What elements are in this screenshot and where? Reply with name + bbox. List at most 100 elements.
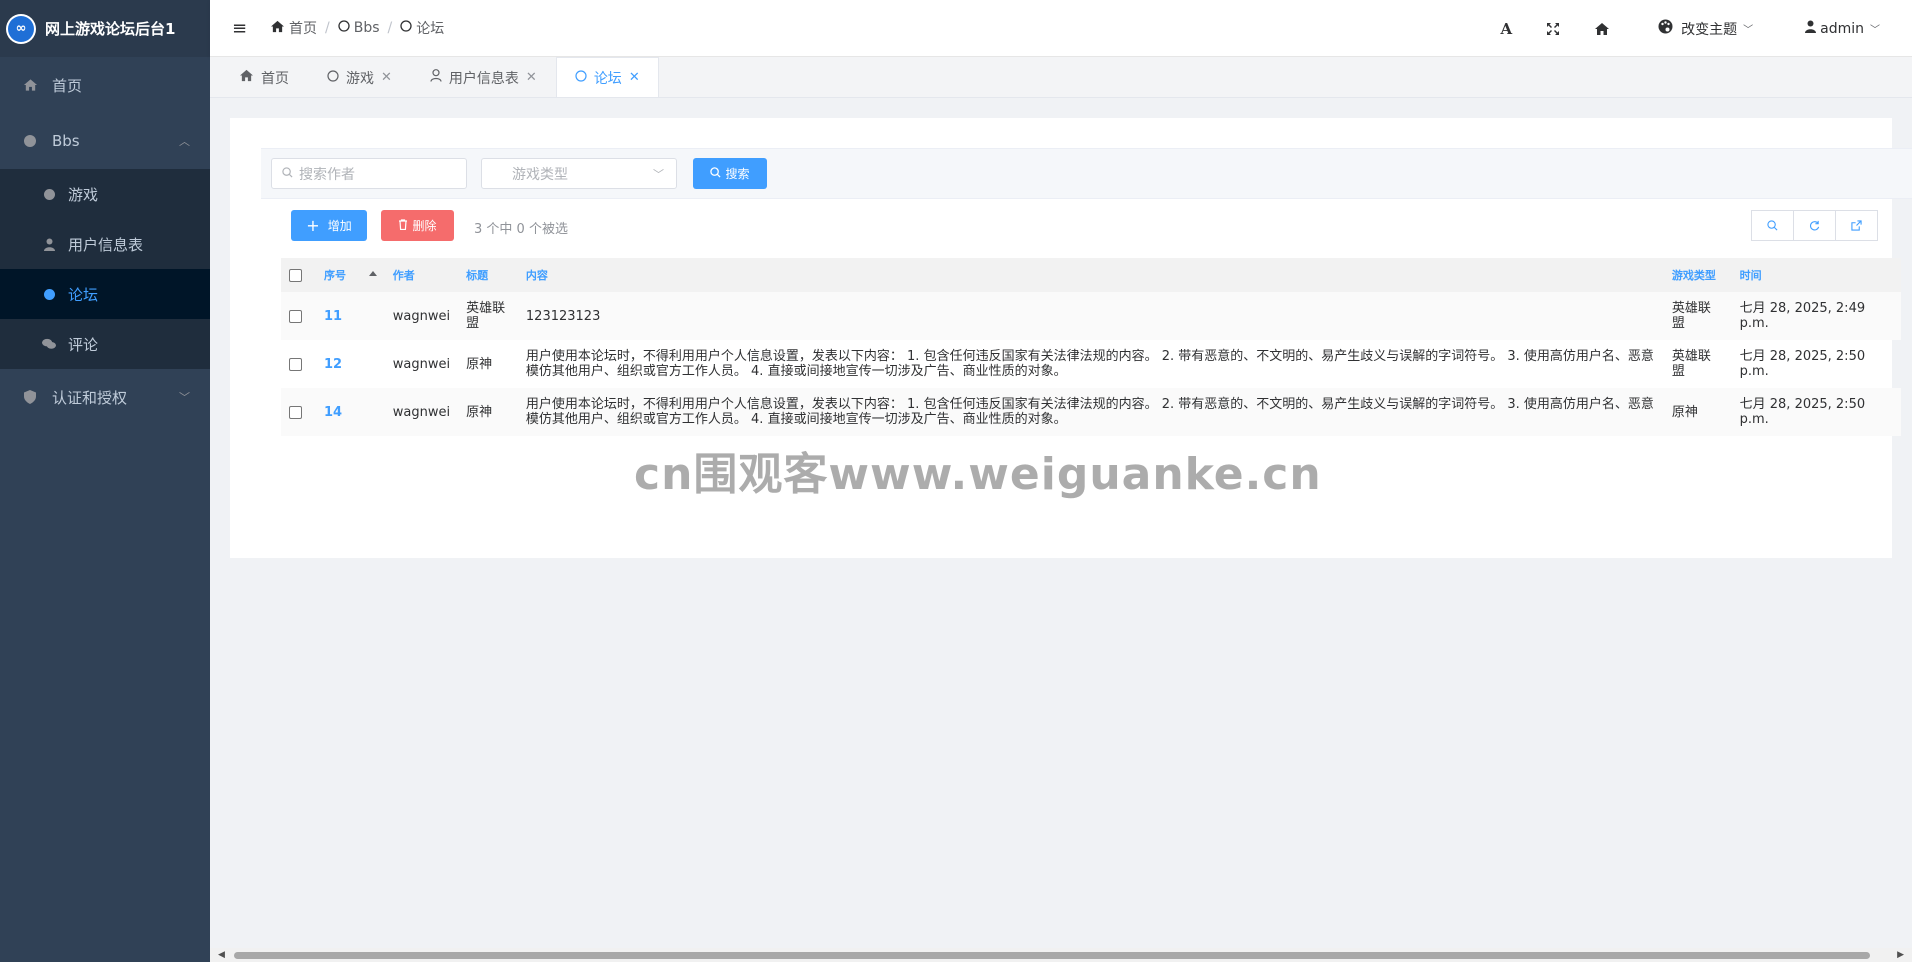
shield-icon <box>22 390 38 404</box>
sidebar-item-label: 游戏 <box>68 185 99 204</box>
scrollbar-thumb[interactable] <box>234 952 1870 959</box>
trash-icon <box>398 218 408 233</box>
row-checkbox[interactable] <box>289 309 302 323</box>
scroll-left-icon[interactable]: ◀ <box>218 950 225 960</box>
sidebar: ∞ 网上游戏论坛后台1 首页 Bbs ︿ 游戏 用户信息表 论坛 评论 认证和授… <box>0 0 210 962</box>
forum-table: 序号 作者 标题 内容 游戏类型 时间 11 wagnwei 英雄联盟 1231… <box>281 258 1901 436</box>
tab-home[interactable]: 首页 <box>220 57 308 97</box>
game-type-placeholder: 游戏类型 <box>512 166 568 183</box>
row-author: wagnwei <box>384 388 459 436</box>
chevron-down-icon: ﹀ <box>179 391 190 404</box>
fullscreen-icon[interactable] <box>1546 22 1560 36</box>
sidebar-menu: 首页 Bbs ︿ 游戏 用户信息表 论坛 评论 认证和授权 ﹀ <box>0 57 210 425</box>
game-type-select[interactable]: 游戏类型 ﹀ <box>481 158 677 189</box>
row-checkbox[interactable] <box>289 405 302 419</box>
close-icon[interactable]: ✕ <box>629 70 640 85</box>
search-button[interactable]: 搜索 <box>693 158 767 189</box>
close-icon[interactable]: ✕ <box>526 70 537 85</box>
theme-dropdown[interactable]: 改变主题 ﹀ <box>1658 19 1753 39</box>
sidebar-item-forum[interactable]: 论坛 <box>0 269 210 319</box>
column-header-id[interactable]: 序号 <box>315 258 385 292</box>
table-header-row: 序号 作者 标题 内容 游戏类型 时间 <box>281 258 1901 292</box>
sidebar-item-auth[interactable]: 认证和授权 ﹀ <box>0 369 210 425</box>
sidebar-item-bbs[interactable]: Bbs ︿ <box>0 113 210 169</box>
font-size-icon[interactable]: A <box>1500 20 1512 38</box>
toggle-search-button[interactable] <box>1751 210 1794 241</box>
select-all-checkbox[interactable] <box>289 268 302 282</box>
sidebar-item-game[interactable]: 游戏 <box>0 169 210 219</box>
infinity-logo-icon: ∞ <box>8 15 34 42</box>
breadcrumb-separator: / <box>325 20 330 36</box>
delete-button[interactable]: 删除 <box>381 210 454 241</box>
column-header-time[interactable]: 时间 <box>1731 258 1901 292</box>
header-actions: A 改变主题 ﹀ admin ﹀ <box>1500 0 1912 57</box>
sidebar-item-label: 认证和授权 <box>52 388 128 407</box>
user-outline-icon <box>430 69 442 86</box>
search-author-input[interactable]: 搜索作者 <box>271 158 467 189</box>
circle-icon <box>42 288 56 300</box>
row-game-type: 英雄联盟 <box>1663 292 1732 340</box>
sidebar-item-label: 用户信息表 <box>68 235 144 254</box>
breadcrumb-item-home[interactable]: 首页 <box>270 18 317 38</box>
row-content: 用户使用本论坛时，不得利用用户个人信息设置，发表以下内容： 1. 包含任何违反国… <box>517 388 1664 436</box>
app-title: 网上游戏论坛后台1 <box>45 20 176 38</box>
refresh-button[interactable] <box>1793 210 1836 241</box>
tab-forum[interactable]: 论坛 ✕ <box>555 57 659 97</box>
user-icon <box>1805 20 1817 37</box>
app-logo: ∞ <box>6 13 36 44</box>
row-game-type: 原神 <box>1663 388 1732 436</box>
user-dropdown[interactable]: admin ﹀ <box>1805 20 1880 37</box>
row-time: 七月 28, 2025, 2:49 p.m. <box>1731 292 1901 340</box>
row-author: wagnwei <box>384 292 459 340</box>
row-checkbox[interactable] <box>289 357 302 371</box>
row-time: 七月 28, 2025, 2:50 p.m. <box>1731 388 1901 436</box>
circle-outline-icon <box>575 69 587 86</box>
palette-icon <box>1658 19 1673 38</box>
home-icon <box>270 20 285 37</box>
brand[interactable]: ∞ 网上游戏论坛后台1 <box>0 0 210 57</box>
horizontal-scrollbar[interactable]: ◀ ▶ <box>210 948 1912 962</box>
plus-icon: + <box>306 216 320 235</box>
row-id-link[interactable]: 14 <box>315 388 385 436</box>
column-header-author[interactable]: 作者 <box>384 258 459 292</box>
table-row: 14 wagnwei 原神 用户使用本论坛时，不得利用用户个人信息设置，发表以下… <box>281 388 1901 436</box>
sidebar-submenu-bbs: 游戏 用户信息表 论坛 评论 <box>0 169 210 369</box>
comments-icon <box>42 338 56 350</box>
export-button[interactable] <box>1835 210 1878 241</box>
table-row: 11 wagnwei 英雄联盟 123123123 英雄联盟 七月 28, 20… <box>281 292 1901 340</box>
close-icon[interactable]: ✕ <box>381 70 392 85</box>
breadcrumb: 首页 / Bbs / 论坛 <box>270 18 444 38</box>
breadcrumb-item-bbs[interactable]: Bbs <box>338 20 380 36</box>
home-icon <box>239 69 254 86</box>
chevron-down-icon: ﹀ <box>1743 25 1754 36</box>
column-header-title[interactable]: 标题 <box>458 258 518 292</box>
row-author: wagnwei <box>392 356 451 372</box>
scroll-right-icon[interactable]: ▶ <box>1897 950 1904 960</box>
circle-outline-icon <box>327 69 339 86</box>
tab-game[interactable]: 游戏 ✕ <box>308 57 411 97</box>
sidebar-item-comment[interactable]: 评论 <box>0 319 210 369</box>
sidebar-item-label: 首页 <box>52 76 83 95</box>
search-icon <box>710 166 722 181</box>
column-header-game-type[interactable]: 游戏类型 <box>1663 258 1732 292</box>
add-button[interactable]: + 增加 <box>291 210 367 241</box>
row-game-type: 英雄联盟 <box>1671 349 1711 379</box>
table-row: 12 wagnwei 原神 用户使用本论坛时，不得利用用户个人信息设置，发表以下… <box>281 340 1901 388</box>
watermark: cn围观客www.weiguanke.cn <box>634 449 1322 500</box>
hamburger-icon[interactable]: ≡ <box>232 18 247 39</box>
column-header-content[interactable]: 内容 <box>517 258 1664 292</box>
top-header: ≡ 首页 / Bbs / 论坛 A 改变主题 ﹀ admin ﹀ <box>210 0 1912 57</box>
row-content: 用户使用本论坛时，不得利用用户个人信息设置，发表以下内容： 1. 包含任何违反国… <box>525 349 1654 379</box>
home-icon <box>22 78 38 92</box>
search-icon <box>282 166 293 181</box>
sidebar-item-userinfo[interactable]: 用户信息表 <box>0 219 210 269</box>
tab-userinfo[interactable]: 用户信息表 ✕ <box>411 57 556 97</box>
breadcrumb-separator: / <box>387 20 393 36</box>
row-id-link[interactable]: 12 <box>316 340 385 388</box>
search-icon <box>1767 220 1778 231</box>
row-id-link[interactable]: 11 <box>315 292 385 340</box>
row-title: 英雄联盟 <box>458 292 518 340</box>
home-icon[interactable] <box>1594 22 1610 36</box>
sidebar-item-home[interactable]: 首页 <box>0 57 210 113</box>
sidebar-item-label: 论坛 <box>68 285 99 304</box>
